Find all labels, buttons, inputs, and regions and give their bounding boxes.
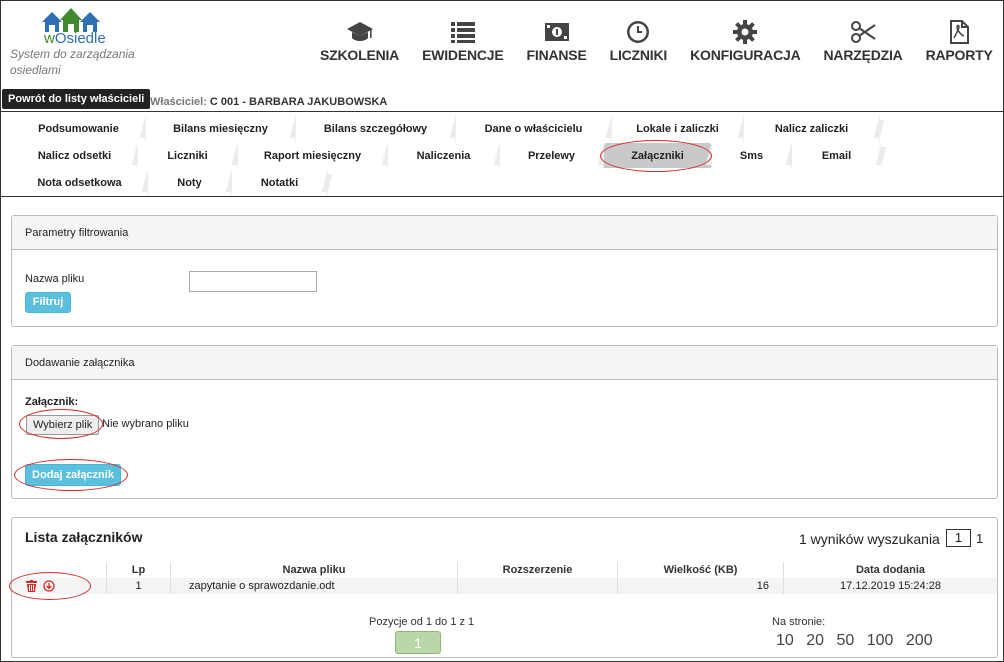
nav-label: LICZNIKI [609,47,668,63]
page-1-button[interactable]: 1 [395,631,441,654]
cell-extension [458,578,618,594]
upload-panel: Dodawanie załącznika Załącznik: Wybierz … [11,345,998,499]
owner-label: Właściciel: [150,96,207,108]
per-page-100[interactable]: 100 [867,632,894,649]
tab-liczniki[interactable]: Liczniki [138,143,238,168]
scissors-icon [851,21,876,43]
upload-panel-title: Dodawanie załącznika [12,346,997,380]
cell-lp: 1 [107,578,171,594]
add-attachment-button[interactable]: Dodaj załącznik [25,464,121,486]
tab-noty[interactable]: Noty [148,170,232,195]
results-count: 1 wyników wyszukania [799,531,940,547]
row-actions [12,578,107,594]
download-icon[interactable] [43,580,55,592]
no-file-text: Nie wybrano pliku [102,418,189,430]
tab-sms[interactable]: Sms [712,143,792,168]
nav-narzedzia[interactable]: NARZĘDZIA [824,20,903,68]
gear-icon [733,20,758,44]
attachments-list-panel: Lista załączników 1 wyników wyszukania 1… [9,517,998,658]
pdf-file-icon [950,20,970,44]
tab-przelewy[interactable]: Przelewy [500,143,604,168]
table-row: 1 zapytanie o sprawozdanie.odt 16 17.12.… [12,578,997,594]
tab-lokale-i-zaliczki[interactable]: Lokale i zaliczki [612,116,744,141]
divider [0,196,1004,197]
graduation-cap-icon [346,22,373,41]
cell-size: 16 [618,578,784,594]
tab-dane-o-wlascicielu[interactable]: Dane o właścicielu [456,116,612,141]
position-info: Pozycje od 1 do 1 z 1 [369,616,475,628]
owner-value: C 001 - BARBARA JAKUBOWSKA [209,96,388,108]
tab-podsumowanie[interactable]: Podsumowanie [12,116,146,141]
per-page-10[interactable]: 10 [776,632,794,649]
table-header: Lp Nazwa pliku Rozszerzenie Wielkość (KB… [12,562,997,578]
col-lp[interactable]: Lp [107,562,171,578]
tab-nalicz-odsetki[interactable]: Nalicz odsetki [12,143,138,168]
nav-szkolenia[interactable]: SZKOLENIA [320,20,399,68]
nav-label: KONFIGURACJA [690,47,801,63]
money-icon [544,23,569,41]
col-extension[interactable]: Rozszerzenie [458,562,618,578]
brand-name[interactable]: wOsiedle [44,30,106,47]
divider [0,111,1004,112]
col-size[interactable]: Wielkość (KB) [618,562,784,578]
per-page-options: 10 20 50 100 200 [776,632,933,650]
list-title: Lista załączników [25,529,143,545]
cell-filename: zapytanie o sprawozdanie.odt [171,578,458,594]
tab-notatki[interactable]: Notatki [232,170,328,195]
brand-prefix: w [44,30,55,47]
per-page-label: Na stronie: [772,616,826,628]
nav-label: NARZĘDZIA [823,47,903,63]
trash-icon[interactable] [26,580,37,592]
tab-nalicz-zaliczki[interactable]: Nalicz zaliczki [744,116,880,141]
col-filename[interactable]: Nazwa pliku [171,562,458,578]
clock-icon [627,21,650,43]
nav-raporty[interactable]: RAPORTY [926,20,993,68]
total-pages: 1 [976,531,984,546]
choose-file-button[interactable]: Wybierz plik [26,415,100,435]
nav-label: EWIDENCJE [422,47,504,63]
nav-liczniki[interactable]: LICZNIKI [609,20,668,68]
tab-raport-miesieczny[interactable]: Raport miesięczny [238,143,388,168]
col-date[interactable]: Data dodania [784,562,997,578]
tab-bilans-miesieczny[interactable]: Bilans miesięczny [146,116,296,141]
per-page-50[interactable]: 50 [837,632,855,649]
back-to-owners-button[interactable]: Powrót do listy właścicieli [2,89,151,109]
tab-naliczenia[interactable]: Naliczenia [388,143,500,168]
brand-suffix: Osiedle [54,30,106,47]
nav-finanse[interactable]: FINANSE [527,20,587,68]
cell-date: 17.12.2019 15:24:28 [840,580,941,592]
attachment-label: Załącznik: [25,396,79,408]
nav-ewidencje[interactable]: EWIDENCJE [422,20,504,68]
tab-bilans-szczegolowy[interactable]: Bilans szczegółowy [296,116,456,141]
owner-info: Właściciel: C 001 - BARBARA JAKUBOWSKA [150,96,387,108]
filter-panel: Parametry filtrowania Nazwa pliku Filtru… [11,215,998,327]
nav-label: SZKOLENIA [320,47,400,63]
tab-email[interactable]: Email [792,143,882,168]
tab-zalaczniki[interactable]: Załączniki [604,143,712,168]
per-page-200[interactable]: 200 [906,632,933,649]
tab-nota-odsetkowa[interactable]: Nota odsetkowa [12,170,148,195]
col-actions [12,562,107,578]
current-page-box[interactable]: 1 [946,529,971,547]
top-navigation: SZKOLENIA EWIDENCJE FINANSE LICZNIKI KON… [320,20,1004,68]
tagline: System do zarządzania osiedlami [10,47,135,77]
filter-panel-title: Parametry filtrowania [12,216,997,250]
filename-input[interactable] [189,271,317,292]
nav-label: RAPORTY [925,47,993,63]
nav-label: FINANSE [526,47,587,63]
filename-label: Nazwa pliku [25,273,85,285]
list-icon [450,22,475,43]
filter-button[interactable]: Filtruj [25,292,71,313]
per-page-20[interactable]: 20 [806,632,824,649]
nav-konfiguracja[interactable]: KONFIGURACJA [690,20,801,68]
